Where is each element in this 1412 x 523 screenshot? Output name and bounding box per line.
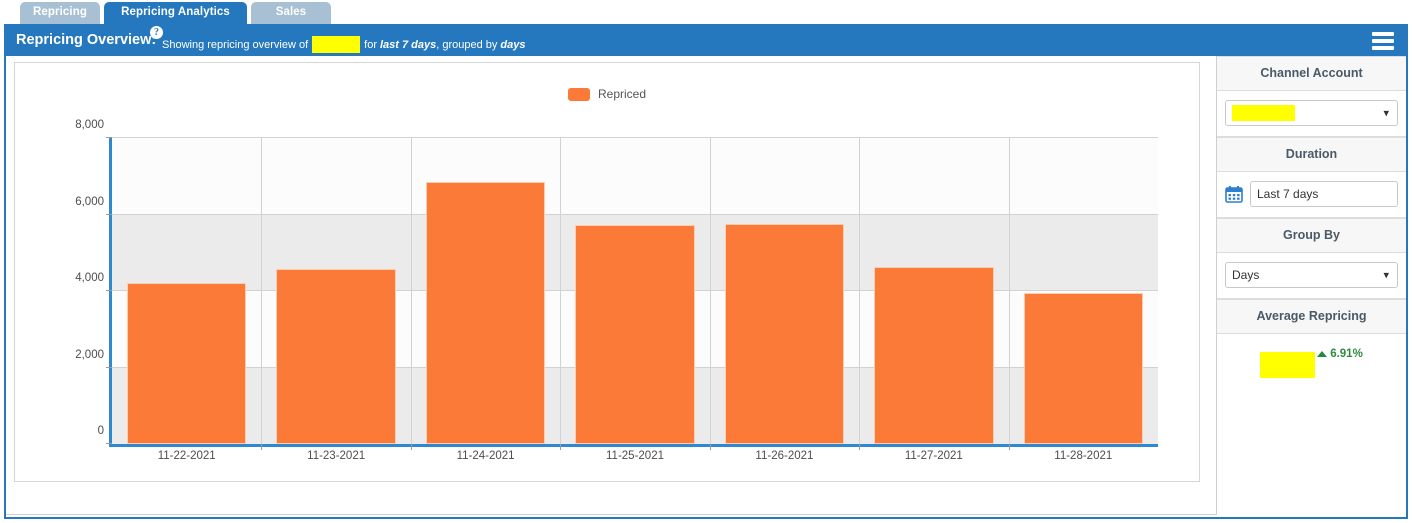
page-header-bar: Repricing Overview: ? Showing repricing …	[4, 24, 1408, 57]
group-by-section: Days ▾	[1217, 253, 1406, 299]
group-by-value: Days	[1232, 268, 1260, 282]
x-axis-tick-mark	[1008, 444, 1010, 450]
chart-category-divider	[261, 138, 263, 444]
chart-bar[interactable]	[126, 282, 247, 444]
duration-input[interactable]: Last 7 days	[1250, 181, 1398, 207]
tab-sales[interactable]: Sales	[251, 2, 331, 24]
x-axis-tick-label: 11-23-2021	[307, 450, 366, 462]
header-subtitle-group: days	[500, 38, 526, 51]
redacted-account-value	[312, 36, 361, 53]
chart-category-divider	[560, 138, 562, 444]
y-axis-tick-mark	[106, 137, 112, 138]
x-axis-tick-label: 11-26-2021	[755, 450, 814, 462]
y-axis-tick-label: 4,000	[75, 272, 104, 284]
y-axis-tick-mark	[106, 443, 112, 444]
average-repricing-delta-text: 6.91%	[1330, 348, 1363, 360]
filters-sidebar: Channel Account ▾ Duration Last 7 days G…	[1216, 56, 1406, 515]
x-axis-tick-mark	[709, 444, 711, 450]
x-axis-tick-label: 11-22-2021	[157, 450, 216, 462]
x-axis-tick-mark	[859, 444, 861, 450]
group-by-select[interactable]: Days ▾	[1225, 262, 1398, 288]
triangle-up-icon	[1317, 351, 1328, 357]
header-subtitle-prefix: Showing repricing overview of	[162, 38, 309, 51]
calendar-icon[interactable]	[1225, 185, 1243, 203]
x-axis-tick-label: 11-27-2021	[904, 450, 963, 462]
x-axis-tick-mark	[261, 444, 263, 450]
chart-category-divider	[410, 138, 412, 444]
average-repricing-section: 6.91%	[1217, 334, 1406, 398]
average-repricing-delta: 6.91%	[1317, 348, 1363, 360]
chart-category-divider	[859, 138, 861, 444]
chevron-down-icon: ▾	[1383, 107, 1389, 120]
page-title: Repricing Overview:	[16, 32, 157, 48]
chart-legend: Repriced	[15, 87, 1199, 101]
x-axis-tick-label: 11-24-2021	[456, 450, 515, 462]
content-frame: Repriced 0 2,000 4,000 6,000 8,000 11-22-2021…	[4, 56, 1408, 519]
chart-gridline	[112, 213, 1158, 215]
header-subtitle: Showing repricing overview of for last 7…	[162, 36, 525, 53]
duration-section: Last 7 days	[1217, 172, 1406, 218]
hamburger-menu-icon[interactable]	[1372, 32, 1394, 50]
hamburger-bar-3	[1372, 46, 1394, 50]
chevron-down-icon: ▾	[1383, 269, 1389, 282]
y-axis-tick-mark	[106, 213, 112, 215]
tab-bar: Repricing Repricing Analytics Sales	[0, 0, 1412, 24]
chart-bar[interactable]	[1023, 292, 1144, 444]
y-axis-tick-label: 6,000	[75, 195, 104, 208]
y-axis-tick-mark	[106, 290, 112, 291]
channel-account-heading: Channel Account	[1217, 56, 1406, 91]
legend-swatch-repriced	[567, 87, 590, 101]
tab-repricing[interactable]: Repricing	[20, 2, 100, 24]
average-repricing-value	[1260, 352, 1316, 378]
chart-band	[112, 138, 1158, 215]
x-axis-tick-label: 11-28-2021	[1054, 450, 1113, 462]
x-axis-tick-mark	[560, 444, 562, 450]
chart-category-divider	[1008, 138, 1010, 444]
chart-card: Repriced 0 2,000 4,000 6,000 8,000 11-22-2021…	[14, 62, 1200, 482]
chart-bar[interactable]	[724, 223, 845, 444]
chart-bar[interactable]	[276, 268, 396, 444]
chart-category-divider	[709, 138, 711, 444]
channel-account-section: ▾	[1217, 91, 1406, 137]
y-axis-tick-label: 2,000	[75, 348, 104, 361]
header-subtitle-duration: last 7 days	[379, 38, 437, 51]
tab-repricing-analytics[interactable]: Repricing Analytics	[104, 2, 247, 24]
y-axis-tick-mark	[106, 366, 112, 368]
y-axis-tick-label: 8,000	[75, 119, 104, 131]
channel-account-select[interactable]: ▾	[1225, 100, 1398, 126]
chart-plot-area: 0 2,000 4,000 6,000 8,000 11-22-2021 11-23-202…	[75, 119, 1158, 462]
legend-label-repriced: Repriced	[597, 87, 647, 101]
chart-bar[interactable]	[874, 266, 994, 444]
chart-bar[interactable]	[575, 224, 695, 444]
group-by-heading: Group By	[1217, 218, 1406, 253]
duration-heading: Duration	[1217, 137, 1406, 172]
x-axis-tick-mark	[410, 444, 412, 450]
average-repricing-heading: Average Repricing	[1217, 299, 1406, 334]
chart-gridline	[112, 137, 1158, 138]
y-axis-tick-label: 0	[97, 425, 104, 437]
header-subtitle-grouped: , grouped by	[436, 38, 498, 51]
header-subtitle-for: for	[364, 38, 377, 51]
channel-account-value	[1232, 105, 1295, 121]
x-axis-tick-label: 11-25-2021	[606, 450, 664, 462]
chart-panel: Repriced 0 2,000 4,000 6,000 8,000 11-22-2021…	[6, 56, 1216, 515]
hamburger-bar-2	[1372, 39, 1394, 43]
duration-row: Last 7 days	[1225, 181, 1398, 207]
hamburger-bar-1	[1372, 32, 1394, 36]
chart-bar[interactable]	[425, 181, 546, 444]
